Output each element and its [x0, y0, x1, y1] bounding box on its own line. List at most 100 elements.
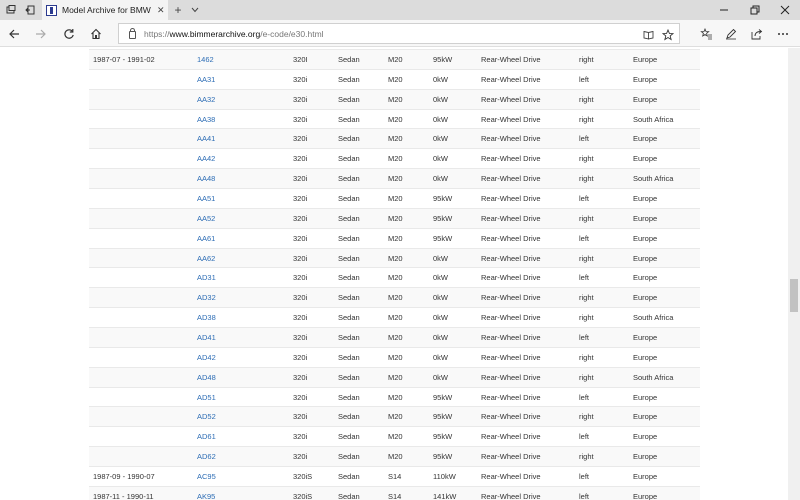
market-cell: Europe [633, 88, 700, 110]
lock-icon[interactable] [129, 27, 136, 39]
type-code-link[interactable]: AA42 [197, 154, 215, 163]
type-code-link[interactable]: AD42 [197, 353, 216, 362]
type-code-link[interactable]: AA32 [197, 95, 215, 104]
table-row: AD31 320i Sedan M20 0kW Rear-Wheel Drive left E… [89, 267, 700, 288]
type-code-link[interactable]: AD32 [197, 293, 216, 302]
power-cell: 0kW [433, 108, 481, 129]
table-row: AD41 320i Sedan M20 0kW Rear-Wheel Drive left E… [89, 327, 700, 348]
drivetrain-cell: Rear-Wheel Drive [481, 108, 579, 129]
power-cell: 0kW [433, 307, 481, 328]
type-code-link[interactable]: 1462 [197, 55, 214, 64]
tab-actions-icon[interactable] [1, 0, 21, 20]
type-code-link[interactable]: AA38 [197, 115, 215, 124]
model-cell: 320iS [293, 466, 338, 487]
url-scheme: https:// [144, 28, 170, 39]
market-cell: Europe [633, 327, 700, 348]
type-code-link[interactable]: AD38 [197, 313, 216, 322]
table-row: 1987-11 - 1990-11 AK95 320iS Sedan S14 141kW R… [89, 485, 700, 500]
type-code-link[interactable]: AD62 [197, 452, 216, 461]
type-code-cell: AD32 [197, 287, 293, 308]
home-button[interactable] [85, 23, 107, 45]
model-cell: 320i [293, 287, 338, 308]
market-cell: Europe [633, 446, 700, 467]
drivetrain-cell: Rear-Wheel Drive [481, 148, 579, 169]
tab-close-icon[interactable]: ✕ [157, 5, 165, 16]
drivetrain-cell: Rear-Wheel Drive [481, 247, 579, 268]
book-icon[interactable] [641, 28, 655, 42]
home-icon [91, 28, 101, 40]
close-window-icon[interactable] [770, 0, 800, 20]
type-code-link[interactable]: AC95 [197, 472, 216, 481]
table-row: AD32 320i Sedan M20 0kW Rear-Wheel Drive right… [89, 287, 700, 308]
type-code-cell: AD62 [197, 446, 293, 467]
type-code-link[interactable]: AA31 [197, 75, 215, 84]
type-code-link[interactable]: AD52 [197, 412, 216, 421]
favorites-icon[interactable] [695, 23, 717, 45]
production-date-cell [89, 207, 197, 229]
body-type-cell: Sedan [338, 108, 388, 129]
pen-icon[interactable] [720, 23, 742, 45]
type-code-link[interactable]: AD41 [197, 333, 216, 342]
table-row: AD48 320i Sedan M20 0kW Rear-Wheel Drive right… [89, 366, 700, 388]
type-code-link[interactable]: AK95 [197, 492, 215, 500]
tab-list-chevron-icon[interactable] [188, 0, 202, 20]
production-date-cell [89, 327, 197, 348]
drivetrain-cell: Rear-Wheel Drive [481, 406, 579, 427]
steering-cell: right [579, 49, 633, 70]
vertical-scrollbar[interactable] [788, 48, 800, 500]
new-tab-icon[interactable]: + [170, 0, 186, 20]
type-code-cell: AK95 [197, 485, 293, 500]
type-code-cell: AD51 [197, 386, 293, 407]
maximize-icon[interactable] [740, 0, 770, 20]
table-row: AA51 320i Sedan M20 95kW Rear-Wheel Drive left… [89, 188, 700, 209]
type-code-link[interactable]: AD48 [197, 373, 216, 382]
type-code-cell: AA32 [197, 88, 293, 110]
model-cell: 320i [293, 227, 338, 249]
production-date-cell [89, 386, 197, 407]
minimize-icon[interactable] [709, 0, 739, 20]
power-cell: 95kW [433, 227, 481, 249]
ellipsis-icon[interactable] [772, 23, 794, 45]
drivetrain-cell: Rear-Wheel Drive [481, 168, 579, 189]
address-bar[interactable]: https:// www.bimmerarchive.org /e-code/e… [118, 23, 680, 44]
engine-cell: M20 [388, 287, 433, 308]
scrollbar-thumb[interactable] [790, 279, 798, 312]
body-type-cell: Sedan [338, 49, 388, 70]
model-cell: 320i [293, 108, 338, 129]
refresh-button[interactable] [58, 23, 80, 45]
drivetrain-cell: Rear-Wheel Drive [481, 49, 579, 70]
steering-cell: left [579, 426, 633, 447]
tabs-aside-icon[interactable] [20, 0, 40, 20]
type-code-cell: AD42 [197, 346, 293, 368]
production-date-cell: 1987-11 - 1990-11 [89, 485, 197, 500]
type-code-link[interactable]: AD61 [197, 432, 216, 441]
type-code-link[interactable]: AA61 [197, 234, 215, 243]
type-code-link[interactable]: AD31 [197, 273, 216, 282]
back-button[interactable] [3, 23, 25, 45]
type-code-link[interactable]: AA48 [197, 174, 215, 183]
steering-cell: right [579, 366, 633, 388]
type-code-link[interactable]: AD51 [197, 393, 216, 402]
engine-cell: M20 [388, 327, 433, 348]
power-cell: 0kW [433, 148, 481, 169]
production-date-cell [89, 267, 197, 288]
body-type-cell: Sedan [338, 68, 388, 90]
model-cell: 320i [293, 366, 338, 388]
share-icon[interactable] [746, 23, 768, 45]
forward-button[interactable] [30, 23, 52, 45]
type-code-link[interactable]: AA62 [197, 254, 215, 263]
star-icon[interactable] [661, 28, 675, 42]
market-cell: Europe [633, 148, 700, 169]
market-cell: Europe [633, 247, 700, 268]
market-cell: Europe [633, 466, 700, 487]
type-code-link[interactable]: AA51 [197, 194, 215, 203]
type-code-link[interactable]: AA41 [197, 134, 215, 143]
type-code-cell: AD61 [197, 426, 293, 447]
type-code-link[interactable]: AA52 [197, 214, 215, 223]
power-cell: 95kW [433, 446, 481, 467]
market-cell: Europe [633, 267, 700, 288]
browser-tab-active[interactable]: Model Archive for BMW ✕ [42, 0, 168, 20]
engine-cell: M20 [388, 307, 433, 328]
engine-cell: M20 [388, 346, 433, 368]
steering-cell: left [579, 386, 633, 407]
